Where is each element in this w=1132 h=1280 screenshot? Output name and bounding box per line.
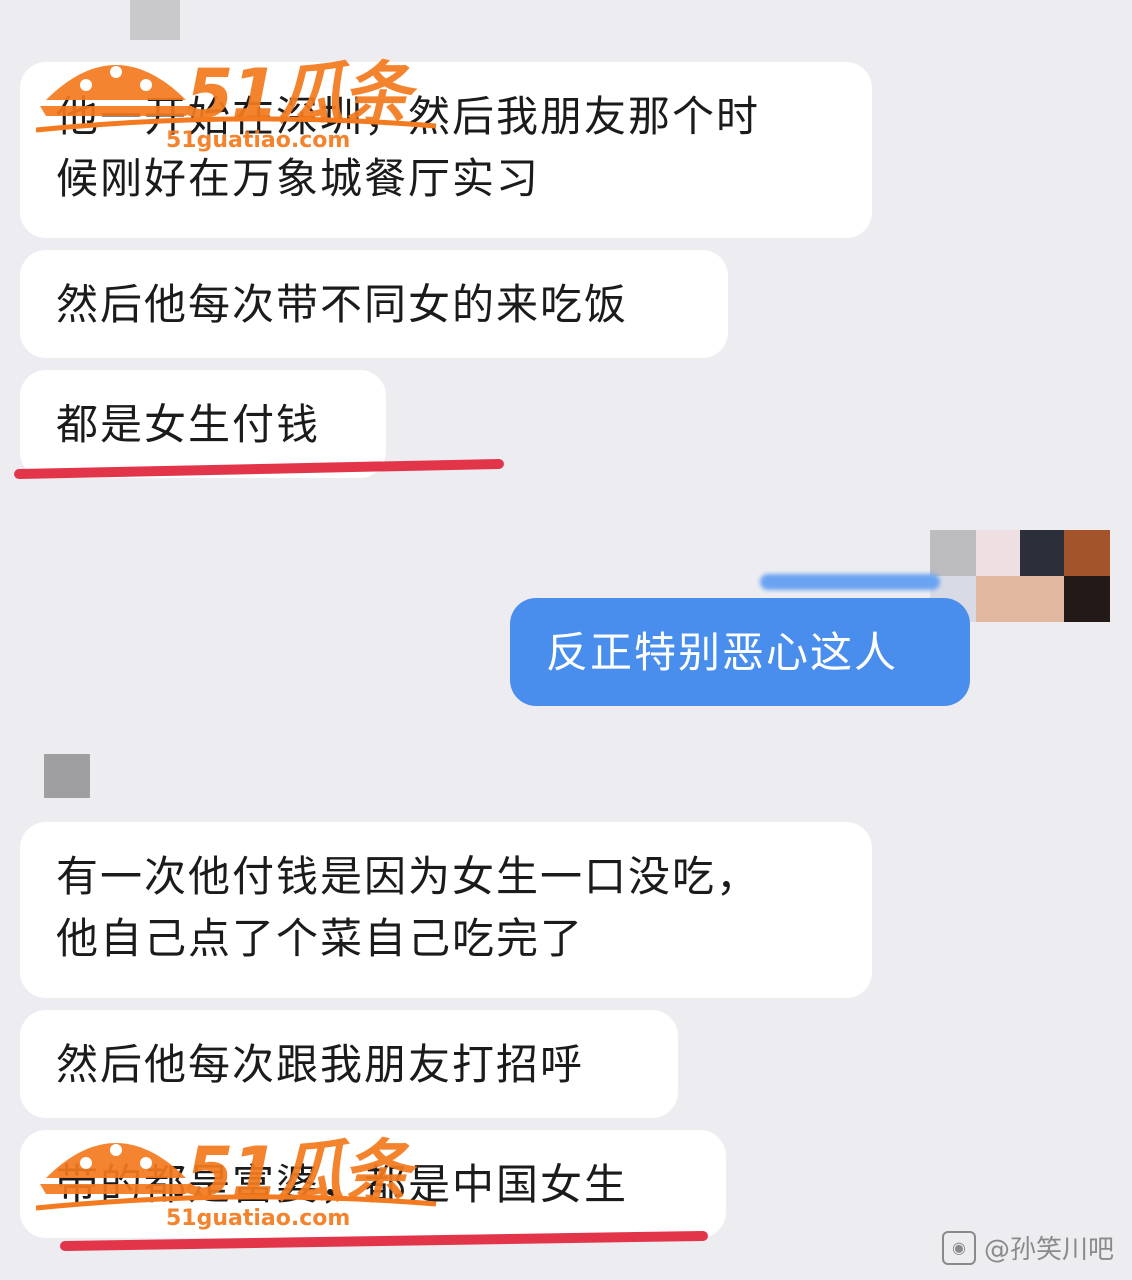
- message-text-line: 然后他每次带不同女的来吃饭: [56, 280, 629, 329]
- source-credit: ◉ @孙笑川吧: [941, 1229, 1114, 1266]
- message-text-line: 他自己点了个菜自己吃完了: [56, 914, 585, 963]
- watermark-logo: 51瓜条 51guatiao.com: [35, 40, 456, 160]
- watermark-brand: 51瓜条: [186, 1133, 411, 1212]
- message-text-line: 都是女生付钱: [56, 400, 321, 449]
- credit-text: @孙笑川吧: [983, 1235, 1114, 1265]
- avatar-top-blurred: [130, 0, 180, 40]
- message-text-line: 有一次他付钱是因为女生一口没吃，: [56, 852, 761, 901]
- watermark-url: 51guatiao.com: [166, 128, 351, 153]
- message-bubble-received: 然后他每次带不同女的来吃饭: [20, 250, 728, 358]
- avatar-receiver-blurred: [44, 754, 90, 798]
- watermark-logo: 51瓜条 51guatiao.com: [35, 1118, 456, 1238]
- watermark-brand: 51瓜条: [186, 55, 411, 134]
- weibo-icon: ◉: [941, 1230, 976, 1265]
- sent-bubble-blur-edge: [760, 574, 940, 590]
- message-bubble-sent: 反正特别恶心这人: [510, 598, 970, 706]
- message-text-line: 然后他每次跟我朋友打招呼: [56, 1040, 585, 1089]
- message-bubble-received: 然后他每次跟我朋友打招呼: [20, 1010, 678, 1118]
- message-bubble-received: 有一次他付钱是因为女生一口没吃， 他自己点了个菜自己吃完了: [20, 822, 872, 998]
- message-text-line: 反正特别恶心这人: [546, 628, 899, 677]
- watermark-url: 51guatiao.com: [166, 1206, 351, 1231]
